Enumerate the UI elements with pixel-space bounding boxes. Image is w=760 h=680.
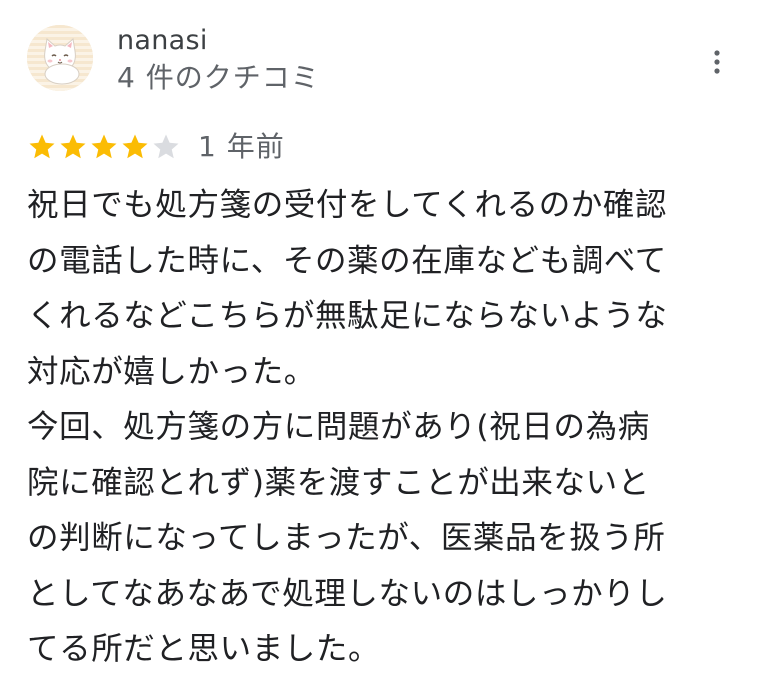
- review-card: nanasi 4 件のクチコミ 1 年前 祝日でも処方箋の受付をしてくれるのか確…: [0, 0, 760, 680]
- star-empty-icon: [153, 134, 179, 159]
- cat-avatar-icon: [27, 25, 93, 91]
- author-review-count: 4 件のクチコミ: [117, 61, 320, 94]
- rating-row: 1 年前: [27, 127, 285, 167]
- star-filled-icon: [29, 134, 55, 159]
- more-options-button[interactable]: [700, 40, 734, 84]
- more-vert-icon: [714, 50, 720, 74]
- star-filled-icon: [122, 134, 148, 159]
- review-text-line: てる所だと思いました。: [27, 631, 381, 667]
- star-filled-icon: [91, 134, 117, 159]
- review-text-line: の電話した時に、その薬の在庫なども調べて: [27, 242, 667, 279]
- review-text-line: 対応が嬉しかった。: [27, 353, 316, 390]
- review-text-line: 祝日でも処方箋の受付をしてくれるのか確認: [27, 187, 668, 223]
- review-text-line: の判断になってしまったが、医薬品を扱う所: [27, 520, 666, 556]
- review-text-line: としてなあなあで処理しないのはしっかりし: [27, 575, 668, 612]
- review-text-line: くれるなどこちらが無駄足にならないような: [27, 298, 668, 334]
- review-text: 祝日でも処方箋の受付をしてくれるのか確認 の電話した時に、その薬の在庫なども調べて…: [27, 178, 737, 678]
- author-name[interactable]: nanasi: [117, 24, 208, 58]
- review-text-line: 今回、処方箋の方に問題があり(祝日の為病: [27, 409, 650, 445]
- review-text-line: 院に確認とれず)薬を渡すことが出来ないと: [27, 464, 650, 501]
- review-date: 1 年前: [198, 130, 285, 163]
- star-rating: [27, 132, 182, 162]
- star-filled-icon: [60, 134, 86, 159]
- author-avatar[interactable]: [27, 25, 93, 91]
